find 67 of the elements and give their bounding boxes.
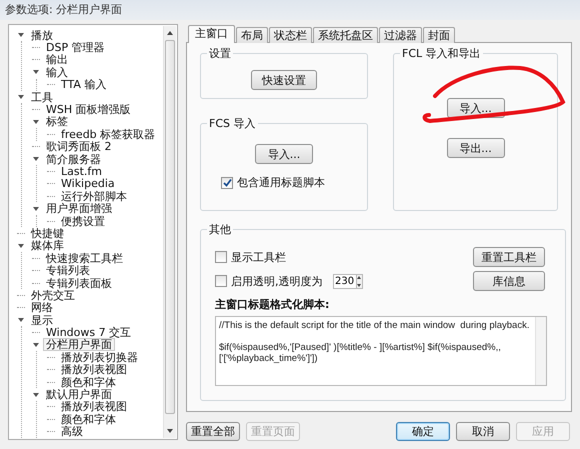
ok-button[interactable]: 确定 xyxy=(396,422,450,441)
tree-item[interactable]: 显示 xyxy=(28,314,56,327)
tree-item[interactable]: 输入 xyxy=(43,66,71,79)
field-label: 主窗口标题格式化脚本: xyxy=(215,297,330,312)
reset-toolbar-button[interactable]: 重置工具栏 xyxy=(473,247,545,267)
tab[interactable]: 主窗口 xyxy=(188,25,235,43)
tree-item[interactable]: 简介服务器 xyxy=(43,152,104,166)
expander-icon[interactable] xyxy=(32,390,40,399)
tab[interactable]: 布局 xyxy=(236,27,268,43)
tree-item[interactable]: 播放列表切换器 xyxy=(58,350,141,364)
cancel-button[interactable]: 取消 xyxy=(456,422,510,441)
tree-item[interactable]: 颜色和字体 xyxy=(58,376,119,389)
checkbox[interactable] xyxy=(215,275,227,287)
script-field[interactable]: //This is the default script for the title of the main window during playback. $if(%ispaused%,'[Paused]' )[%title% - ][%artist%] $if(%ispaused%,, ['['%playback_time%']']) xyxy=(215,316,547,386)
expander-icon[interactable] xyxy=(32,118,40,126)
tree-item[interactable]: 快捷键 xyxy=(28,226,67,240)
expander-icon[interactable] xyxy=(17,242,25,250)
tree-item[interactable]: 媒体库 xyxy=(28,239,67,252)
checkbox[interactable] xyxy=(221,176,233,188)
group-title: FCL 导入和导出 xyxy=(400,47,483,60)
library-info-button[interactable]: 库信息 xyxy=(473,271,545,291)
tab[interactable]: 系统托盘区 xyxy=(313,27,378,43)
checkbox-label: 启用透明,透明度为 xyxy=(231,274,322,288)
group-title: FCS 导入 xyxy=(207,117,258,130)
tree-item[interactable]: 运行外部脚本 xyxy=(58,190,130,203)
tree-item[interactable]: 专辑列表 xyxy=(43,264,93,278)
window-title: 参数选项: 分栏用户界面 xyxy=(0,0,580,20)
tree-item[interactable]: 播放列表视图 xyxy=(58,363,130,376)
tree-item[interactable]: Last.fm xyxy=(58,165,105,178)
tree-item[interactable]: 网络 xyxy=(28,301,56,314)
import-button[interactable]: 导入... xyxy=(255,144,313,164)
tree-item[interactable]: 标签 xyxy=(43,115,71,128)
tree-item[interactable]: 外壳交互 xyxy=(28,288,78,302)
tree-item[interactable]: Wikipedia xyxy=(58,177,118,190)
tree-item[interactable]: 专辑列表面板 xyxy=(43,276,115,290)
tree-item[interactable]: TTA 输入 xyxy=(58,78,110,92)
tab[interactable]: 状态栏 xyxy=(269,27,312,43)
number-field[interactable]: 230 xyxy=(333,274,363,288)
scrollbar[interactable] xyxy=(163,26,176,438)
tree-item[interactable]: 颜色和字体 xyxy=(58,412,119,426)
tree-item[interactable]: 便携设置 xyxy=(58,214,108,228)
tree-item[interactable]: 工具 xyxy=(28,90,56,104)
tree-item[interactable]: 播放列表视图 xyxy=(58,400,130,414)
tree-item[interactable]: 快速搜索工具栏 xyxy=(43,252,126,265)
tree-item[interactable]: 播放 xyxy=(28,28,56,42)
tree-item[interactable]: 默认用户界面 xyxy=(43,388,115,402)
tree-item[interactable]: 输出 xyxy=(43,53,71,66)
tree-item[interactable]: 高级 xyxy=(58,425,86,438)
group-title: 其他 xyxy=(207,223,233,236)
tree-item[interactable]: 用户界面增强 xyxy=(43,202,115,216)
tree-item[interactable]: DSP 管理器 xyxy=(43,41,108,54)
tab[interactable]: 封面 xyxy=(423,27,455,43)
tree-item[interactable]: 歌词秀面板 2 xyxy=(43,140,114,154)
tree-item[interactable]: 分栏用户界面 xyxy=(43,338,115,352)
group-title: 设置 xyxy=(207,47,233,60)
export-button[interactable]: 导出... xyxy=(446,138,504,158)
expander-icon[interactable] xyxy=(32,340,40,349)
tree-item[interactable]: Windows 7 交互 xyxy=(43,326,134,340)
quick-settings-button[interactable]: 快速设置 xyxy=(251,70,317,90)
expander-icon[interactable] xyxy=(32,204,40,213)
checkbox[interactable] xyxy=(215,251,227,263)
checkbox-label: 包含通用标题脚本 xyxy=(237,175,325,190)
tab[interactable]: 过滤器 xyxy=(379,27,422,43)
reset-button[interactable]: 重置全部 xyxy=(186,422,240,441)
tree-item[interactable]: freedb 标签获取器 xyxy=(58,128,158,141)
tree-item[interactable]: WSH 面板增强版 xyxy=(43,103,134,116)
checkbox-label: 显示工具栏 xyxy=(231,250,286,264)
